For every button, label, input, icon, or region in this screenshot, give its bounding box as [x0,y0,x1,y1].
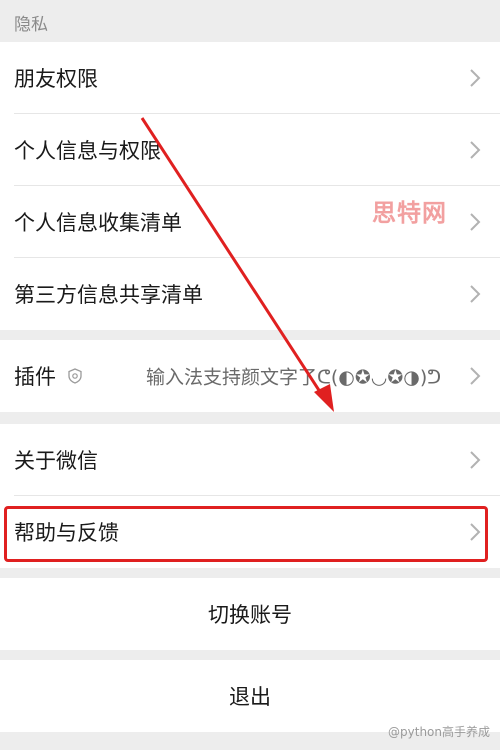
chevron-right-icon [470,213,481,231]
about-wechat-row[interactable]: 关于微信 [0,424,500,496]
chevron-right-icon [470,285,481,303]
switch-account-button[interactable]: 切换账号 [0,578,500,650]
personal-info-permissions-label: 个人信息与权限 [14,139,161,163]
third-party-sharing-label: 第三方信息共享清单 [14,283,203,307]
logout-label: 退出 [229,685,271,709]
shield-icon [68,368,82,384]
personal-info-collection-label: 个人信息收集清单 [14,211,182,235]
switch-account-label: 切换账号 [208,603,292,627]
friend-permissions-row[interactable]: 朋友权限 [0,42,500,114]
plugins-subtitle: 输入法支持颜文字了ᕦ(◐✪◡✪◑)ᕤ [146,366,442,389]
privacy-section-header: 隐私 [0,0,500,42]
chevron-right-icon [470,451,481,469]
chevron-right-icon [470,367,481,385]
author-watermark: @python高手养成 [388,725,490,739]
section-title: 隐私 [14,15,48,35]
plugins-label: 插件 [14,365,56,389]
help-feedback-highlight [4,506,488,562]
friend-permissions-label: 朋友权限 [14,67,98,91]
plugins-row[interactable]: 插件 输入法支持颜文字了ᕦ(◐✪◡✪◑)ᕤ [0,340,500,412]
settings-screen: 隐私 朋友权限 个人信息与权限 个人信息收集清单 第三方信息共享清单 插件 输入… [0,0,500,750]
logout-button[interactable]: 退出 [0,660,500,732]
about-wechat-label: 关于微信 [14,449,98,473]
personal-info-permissions-row[interactable]: 个人信息与权限 [0,114,500,186]
chevron-right-icon [470,69,481,87]
third-party-sharing-row[interactable]: 第三方信息共享清单 [0,258,500,330]
chevron-right-icon [470,141,481,159]
site-watermark: 思特网 [372,199,447,227]
